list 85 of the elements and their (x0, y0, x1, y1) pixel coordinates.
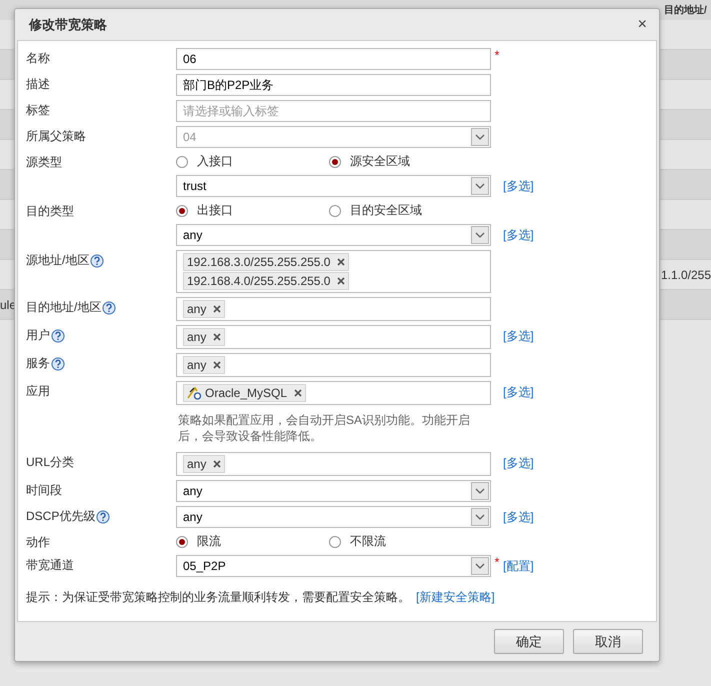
remove-icon[interactable] (213, 333, 222, 341)
dropdown-caret-icon (471, 128, 489, 146)
field-label: 目的地址/地区 (26, 299, 102, 316)
radio-button[interactable] (329, 156, 341, 168)
table-cell: 1.1.0/255 (660, 268, 711, 282)
dropdown-caret-icon (471, 482, 489, 500)
dialog-button[interactable]: 取消 (573, 629, 643, 654)
new-policy-link[interactable]: [新建安全策略] (410, 587, 495, 604)
dropdown[interactable]: any (176, 224, 491, 246)
field-label: 服务 (26, 355, 50, 372)
tag: any (183, 455, 226, 473)
radio-option[interactable]: 不限流 (329, 533, 482, 550)
remove-icon[interactable] (294, 389, 302, 397)
field-label: 源地址/地区 (26, 252, 90, 269)
field-label: 应用 (26, 383, 51, 400)
dropdown[interactable]: 05_P2P (176, 555, 491, 577)
help-icon[interactable] (96, 510, 110, 524)
field-label: URL分类 (26, 454, 76, 471)
field-label: 目的类型 (26, 203, 75, 220)
multi-select-link[interactable]: [多选] (503, 381, 534, 401)
note-text: 策略如果配置应用，会自动开启SA识别功能。功能开启后，会导致设备性能降低。 (178, 412, 472, 444)
tag-field[interactable]: any (176, 353, 491, 377)
tag-field[interactable]: any (176, 325, 491, 349)
field-label: 动作 (26, 534, 51, 551)
remove-icon[interactable] (337, 258, 346, 266)
tag: any (183, 356, 226, 374)
remove-icon[interactable] (213, 460, 222, 468)
text-field[interactable]: 06 (176, 48, 491, 70)
tag-field[interactable]: Oracle_MySQL (176, 381, 491, 405)
field-label: 时间段 (26, 482, 63, 499)
field-label: 带宽通道 (26, 557, 75, 574)
dialog-title: 修改带宽策略 (29, 16, 107, 34)
radio-button[interactable] (176, 156, 188, 168)
field-label: 用户 (26, 327, 50, 344)
help-icon[interactable] (51, 356, 65, 370)
tag: 192.168.4.0/255.255.255.0 (183, 272, 350, 290)
multi-select-link[interactable]: [多选] (503, 506, 534, 526)
multi-select-link[interactable]: [配置] (503, 555, 534, 575)
radio-option[interactable]: 出接口 (176, 202, 329, 219)
field-label: 所属父策略 (26, 128, 87, 145)
tag: any (183, 300, 226, 318)
help-icon[interactable] (102, 300, 116, 314)
text-field[interactable]: 请选择或输入标签 (176, 100, 491, 122)
multi-select-link[interactable]: [多选] (503, 325, 534, 345)
dropdown[interactable]: any (176, 506, 491, 528)
radio-option[interactable]: 入接口 (176, 153, 329, 170)
tag: any (183, 328, 226, 346)
dropdown[interactable]: any (176, 480, 491, 502)
help-icon[interactable] (90, 254, 104, 268)
remove-icon[interactable] (337, 277, 346, 285)
radio-option[interactable]: 限流 (176, 533, 329, 550)
dropdown[interactable]: trust (176, 175, 491, 197)
radio-button[interactable] (329, 204, 341, 216)
column-header: 目的地址/ (664, 4, 707, 17)
radio-button[interactable] (176, 204, 188, 216)
radio-button[interactable] (176, 536, 188, 548)
text-field[interactable]: 部门B的P2P业务 (176, 74, 491, 96)
remove-icon[interactable] (213, 305, 222, 313)
radio-button[interactable] (329, 536, 341, 548)
close-button[interactable]: × (638, 16, 647, 34)
radio-option[interactable]: 目的安全区域 (329, 202, 482, 219)
radio-option[interactable]: 源安全区域 (329, 153, 482, 170)
tag: 192.168.3.0/255.255.255.0 (183, 253, 350, 271)
tag-field[interactable]: 192.168.3.0/255.255.255.0 192.168.4.0/255.255.255.0 (176, 250, 491, 293)
dialog-button[interactable]: 确定 (494, 629, 564, 654)
field-label: 描述 (26, 76, 51, 93)
required-mark: * (494, 555, 500, 569)
tag: Oracle_MySQL (183, 384, 306, 402)
field-label: DSCP优先级 (26, 508, 96, 525)
field-label: 名称 (26, 50, 51, 67)
tag-field[interactable]: any (176, 297, 491, 321)
multi-select-link[interactable]: [多选] (503, 175, 534, 195)
remove-icon[interactable] (213, 361, 222, 369)
hint-text: 提示：为保证受带宽策略控制的业务流量顺利转发，需要配置安全策略。 [新建安全策略] (26, 581, 648, 606)
dropdown-caret-icon (471, 177, 489, 195)
dropdown-caret-icon (471, 508, 489, 526)
field-label: 标签 (26, 102, 51, 119)
help-icon[interactable] (51, 328, 65, 342)
multi-select-link[interactable]: [多选] (503, 452, 534, 472)
dropdown-caret-icon (471, 557, 489, 575)
tag-field[interactable]: any (176, 452, 491, 476)
field-label: 源类型 (26, 154, 63, 171)
required-mark: * (494, 48, 500, 62)
multi-select-link[interactable]: [多选] (503, 224, 534, 244)
dropdown-caret-icon (471, 226, 489, 244)
